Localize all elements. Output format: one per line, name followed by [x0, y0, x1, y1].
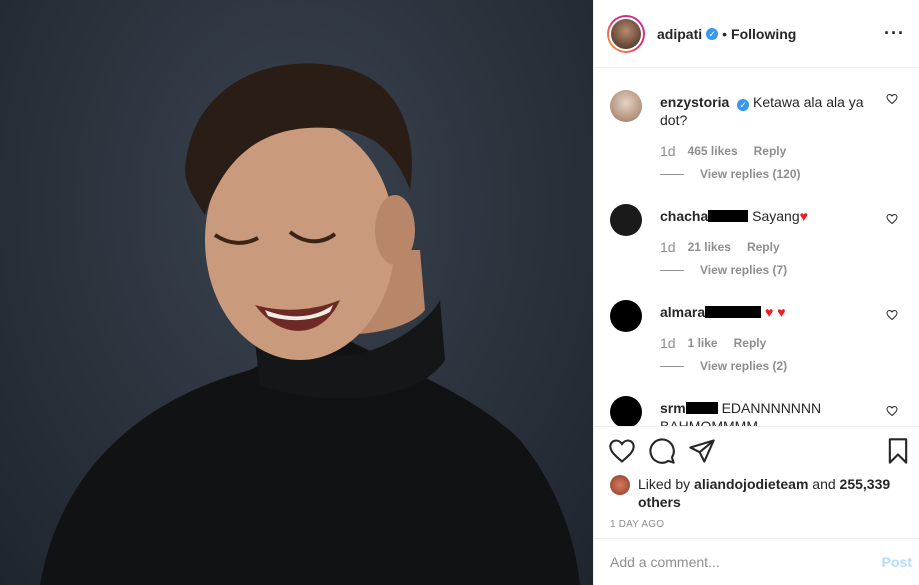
liked-by-prefix: Liked by: [638, 476, 691, 492]
replies-divider: [660, 269, 684, 271]
view-replies-button[interactable]: View replies (120): [660, 167, 801, 181]
author-avatar[interactable]: [607, 14, 645, 53]
commenter-username[interactable]: srm: [660, 400, 686, 416]
comments-list[interactable]: enzystoria ✓ Ketawa ala ala ya dot? 1d 4…: [594, 68, 919, 426]
view-replies-label: View replies (7): [700, 263, 788, 277]
more-options-icon[interactable]: ···: [884, 23, 905, 44]
comment-text: Sayang: [752, 208, 800, 224]
commenter-avatar[interactable]: [610, 396, 642, 426]
comment-text-block: chacha Sayang♥: [660, 207, 880, 225]
reply-button[interactable]: Reply: [754, 144, 787, 158]
red-heart-emoji-icon: ♥: [773, 304, 786, 320]
post-photo[interactable]: [0, 0, 593, 585]
post-comment-button[interactable]: Post: [882, 554, 912, 570]
comment-likes[interactable]: 21 likes: [688, 240, 731, 254]
commenter-username[interactable]: enzystoria: [660, 94, 729, 110]
view-replies-button[interactable]: View replies (2): [660, 359, 787, 373]
verified-badge-icon: ✓: [737, 99, 750, 111]
like-comment-heart-icon[interactable]: [886, 309, 898, 321]
liker-username[interactable]: aliandojodieteam: [694, 476, 808, 492]
save-bookmark-icon[interactable]: [884, 437, 912, 465]
author-username[interactable]: adipati: [657, 26, 702, 42]
comment-time[interactable]: 1d: [660, 335, 676, 351]
commenter-avatar[interactable]: [610, 300, 642, 332]
comment-meta: 1d 465 likes Reply: [660, 143, 802, 159]
comment-time[interactable]: 1d: [660, 143, 676, 159]
comment-text-block: enzystoria ✓ Ketawa ala ala ya dot?: [660, 93, 880, 129]
red-heart-emoji-icon: ♥: [799, 208, 808, 224]
liker-avatar[interactable]: [610, 475, 630, 495]
comment-meta: 1d 21 likes Reply: [660, 239, 796, 255]
replies-divider: [660, 173, 684, 175]
commenter-username[interactable]: chacha: [660, 208, 708, 224]
liked-by-and: and: [812, 476, 836, 492]
comment-time[interactable]: 1d: [660, 239, 676, 255]
post-panel: adipati ✓ • Following ··· enzystoria ✓ K…: [593, 0, 919, 585]
comment-text-block: almara ♥ ♥: [660, 303, 880, 321]
commenter-avatar[interactable]: [610, 204, 642, 236]
commenter-avatar[interactable]: [610, 90, 642, 122]
liked-by-text: Liked by aliandojodieteam and 255,339 ot…: [638, 475, 904, 511]
redaction-bar: [685, 402, 718, 414]
comment-likes[interactable]: 465 likes: [688, 144, 738, 158]
replies-divider: [660, 365, 684, 367]
reply-button[interactable]: Reply: [734, 336, 767, 350]
comment-input[interactable]: [610, 554, 882, 570]
liked-by-summary: Liked by aliandojodieteam and 255,339 ot…: [594, 475, 919, 511]
like-comment-heart-icon[interactable]: [886, 405, 898, 417]
separator-dot: •: [722, 25, 728, 42]
redaction-bar: [705, 306, 762, 318]
like-comment-heart-icon[interactable]: [886, 93, 898, 105]
add-comment-bar: Post: [594, 538, 919, 585]
redaction-bar: [708, 210, 749, 222]
action-icons-row: [594, 427, 919, 475]
reply-button[interactable]: Reply: [747, 240, 780, 254]
view-replies-button[interactable]: View replies (7): [660, 263, 787, 277]
comment-bubble-icon[interactable]: [648, 437, 676, 465]
post-actions: Liked by aliandojodieteam and 255,339 ot…: [594, 426, 919, 538]
like-heart-icon[interactable]: [608, 437, 636, 465]
comment-meta: 1d 1 like Reply: [660, 335, 782, 351]
comment-text-block: srm EDANNNNNNN BAHMOMMMM: [660, 399, 880, 426]
share-direct-icon[interactable]: [688, 437, 716, 465]
post-image: [40, 63, 580, 585]
verified-badge-icon: ✓: [706, 27, 719, 40]
like-comment-heart-icon[interactable]: [886, 213, 898, 225]
comment-text-continued: BAHMOMMMM: [660, 418, 758, 426]
post-timestamp[interactable]: 1 DAY AGO: [594, 511, 919, 530]
following-button[interactable]: Following: [731, 26, 796, 42]
post-header: adipati ✓ • Following ···: [594, 0, 919, 68]
comment-text: EDANNNNNNN: [721, 400, 822, 416]
comment-likes[interactable]: 1 like: [688, 336, 718, 350]
commenter-username[interactable]: almara: [660, 304, 705, 320]
view-replies-label: View replies (120): [700, 167, 801, 181]
view-replies-label: View replies (2): [700, 359, 788, 373]
